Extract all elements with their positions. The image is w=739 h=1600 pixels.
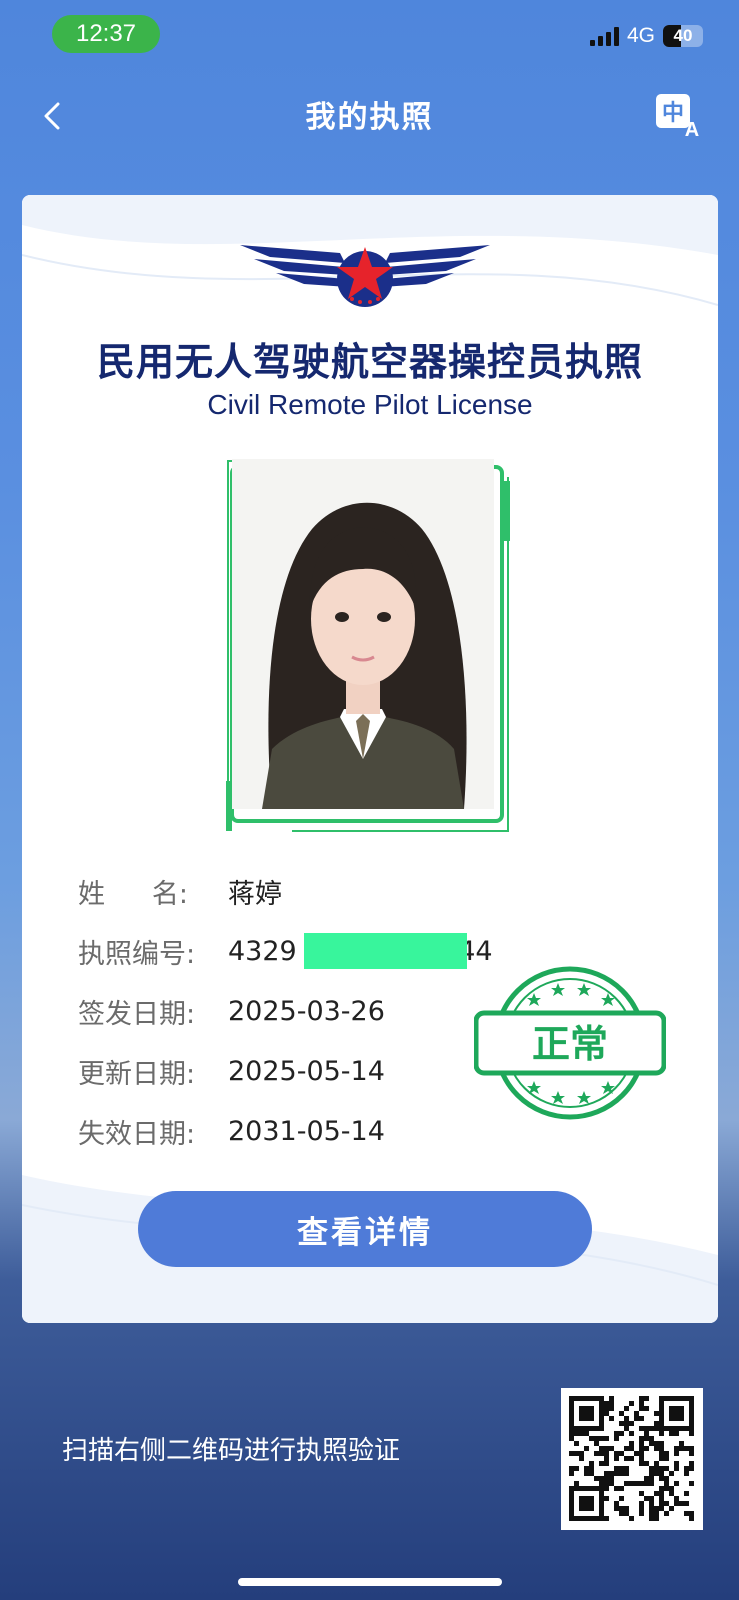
field-update-date-label: 更新日期: [78,1058,196,1090]
field-issue-date-row: 签发日期: 2025-03-26 [78,991,385,1031]
verify-instruction: 扫描右侧二维码进行执照验证 [62,1436,401,1466]
qr-code-icon [569,1396,694,1521]
redaction-mask [304,933,467,969]
field-expire-date-label: 失效日期: [78,1118,196,1150]
field-update-date-row: 更新日期: 2025-05-14 [78,1051,385,1091]
field-name-label: 姓名: [78,878,188,910]
status-time: 12:37 [52,15,160,53]
id-photo [232,459,494,809]
status-icons: 4G 40 [589,24,703,48]
field-expire-date-value: 2031-05-14 [228,1115,385,1147]
license-card: 民用无人驾驶航空器操控员执照 Civil Remote Pilot Licens… [22,195,718,1323]
field-issue-date-label: 签发日期: [78,998,196,1030]
field-name-value: 蒋婷 [228,878,282,910]
license-title-cn: 民用无人驾驶航空器操控员执照 [96,340,643,384]
battery-icon: 40 [663,25,703,47]
aviation-emblem-icon [240,245,490,307]
portrait-photo [232,459,494,809]
battery-level: 40 [673,26,693,45]
field-name-row: 姓名: 蒋婷 [78,871,282,911]
field-expire-date-row: 失效日期: 2031-05-14 [78,1111,385,1151]
field-issue-date-value: 2025-03-26 [228,995,385,1027]
status-stamp-text: 正常 [532,1022,608,1066]
home-indicator[interactable] [238,1578,502,1586]
network-type: 4G [626,24,655,47]
field-license-no-label: 执照编号: [78,938,196,970]
license-title-en: Civil Remote Pilot License [207,389,533,420]
status-stamp: 正常 [474,966,666,1120]
qr-code[interactable] [561,1388,703,1530]
page-title: 我的执照 [305,100,434,135]
field-update-date-value: 2025-05-14 [228,1055,385,1087]
field-license-no-prefix: 4329 [228,935,297,967]
signal-icon [589,26,619,46]
translate-glyph: 中 [662,101,684,126]
field-license-no-row: 执照编号: 4329 68544 [78,931,493,971]
translate-icon[interactable]: 中 A [656,94,702,138]
translate-glyph-latin: A [685,119,699,138]
view-details-button[interactable]: 查看详情 [138,1191,592,1267]
